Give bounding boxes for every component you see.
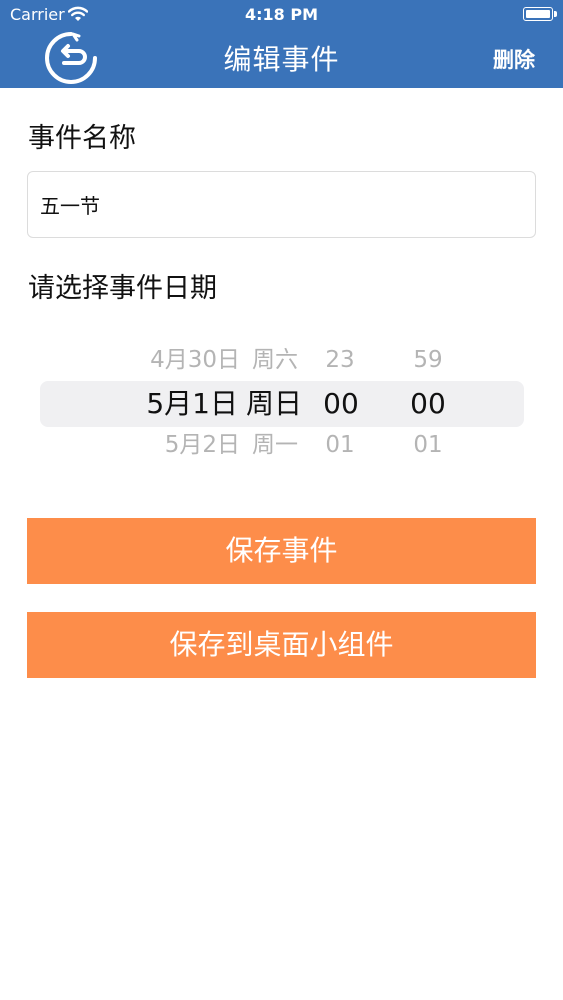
save-to-widget-button[interactable]: 保存到桌面小组件 [27, 612, 536, 678]
picker-hour: 01 [325, 432, 355, 458]
picker-hour: 23 [325, 347, 355, 373]
picker-date: 5月1日 [146, 387, 238, 420]
nav-bar: 编辑事件 删除 [0, 30, 563, 88]
date-time-picker[interactable]: ▬▬▬ ▬▬ ▬ ▬ 4月30日 周六 23 59 5月1日 周日 00 00 … [40, 318, 524, 478]
picker-date: 5月2日 [164, 432, 240, 458]
picker-date: 4月30日 [150, 347, 240, 373]
picker-weekday: 周一 [252, 432, 298, 458]
picker-hour: 00 [323, 387, 359, 420]
picker-weekday: 周六 [252, 347, 298, 373]
event-name-input[interactable] [27, 171, 536, 238]
battery-icon [523, 7, 557, 21]
event-name-label: 事件名称 [28, 123, 136, 154]
picker-minute: 00 [410, 387, 446, 420]
picker-row-selected[interactable]: 5月1日 周日 00 00 [40, 384, 524, 424]
picker-row-faint: ▬▬▬ ▬▬ ▬ ▬ [40, 318, 524, 332]
picker-minute: 01 [413, 432, 443, 458]
picker-row-faint: ▬▬▬ ▬▬ ▬ ▬ [40, 464, 524, 476]
picker-minute: 59 [413, 347, 443, 373]
status-time: 4:18 PM [244, 5, 318, 24]
picker-weekday: 周日 [246, 387, 303, 420]
page-title: 编辑事件 [223, 43, 340, 76]
event-date-label: 请选择事件日期 [28, 273, 217, 304]
header: Carrier 4:18 PM 编辑事件 删除 [0, 0, 563, 88]
save-event-button[interactable]: 保存事件 [27, 518, 536, 584]
status-bar: Carrier 4:18 PM [0, 0, 563, 30]
picker-row-above[interactable]: 4月30日 周六 23 59 [40, 340, 524, 380]
picker-row-below[interactable]: 5月2日 周一 01 01 [40, 425, 524, 465]
delete-button[interactable]: 删除 [493, 44, 535, 74]
